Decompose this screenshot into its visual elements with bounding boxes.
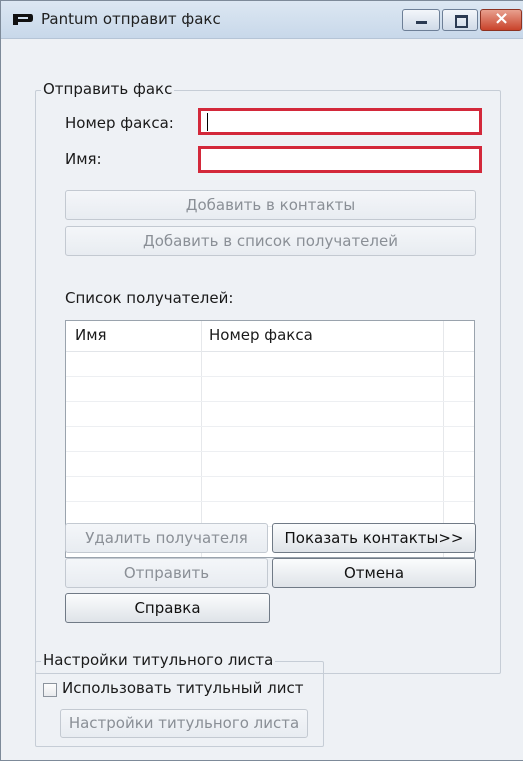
help-button[interactable]: Справка xyxy=(65,593,270,623)
cancel-button[interactable]: Отмена xyxy=(272,558,476,588)
name-label: Имя: xyxy=(65,150,102,168)
recipients-table-header: Имя Номер факса xyxy=(66,321,474,352)
name-input[interactable] xyxy=(198,146,482,173)
cover-page-group-title: Настройки титульного листа xyxy=(41,651,276,669)
pantum-logo-icon xyxy=(13,14,33,25)
remove-recipient-button[interactable]: Удалить получателя xyxy=(65,523,268,553)
text-caret xyxy=(207,113,208,131)
add-to-recipients-button[interactable]: Добавить в список получателей xyxy=(65,226,476,256)
maximize-button[interactable] xyxy=(442,9,478,31)
add-to-contacts-button[interactable]: Добавить в контакты xyxy=(65,190,476,220)
send-fax-group-title: Отправить факс xyxy=(41,80,175,98)
minimize-icon xyxy=(416,21,427,24)
table-row-divider xyxy=(66,401,474,402)
cover-page-settings-button[interactable]: Настройки титульного листа xyxy=(60,709,308,738)
window-client-area: Отправить факс Номер факса: Имя: Добавит… xyxy=(1,39,523,760)
maximize-icon xyxy=(455,15,468,28)
window-title: Pantum отправит факс xyxy=(41,10,221,28)
use-cover-page-label[interactable]: Использовать титульный лист xyxy=(62,679,303,697)
table-row-divider xyxy=(66,376,474,377)
show-contacts-button[interactable]: Показать контакты>> xyxy=(272,523,476,553)
column-divider xyxy=(201,321,202,557)
recipients-list-label: Список получателей: xyxy=(65,289,234,307)
send-button[interactable]: Отправить xyxy=(65,558,268,588)
use-cover-page-checkbox[interactable] xyxy=(43,683,57,697)
table-row-divider xyxy=(66,501,474,502)
fax-number-label: Номер факса: xyxy=(65,114,174,132)
column-header-fax-number[interactable]: Номер факса xyxy=(209,326,313,344)
fax-window: Pantum отправит факс × Отправить факс Но… xyxy=(0,0,523,761)
close-button[interactable]: × xyxy=(480,8,522,31)
close-icon: × xyxy=(494,8,510,29)
table-row-divider xyxy=(66,426,474,427)
column-header-name[interactable]: Имя xyxy=(75,326,107,344)
table-row-divider xyxy=(66,451,474,452)
table-row-divider xyxy=(66,476,474,477)
minimize-button[interactable] xyxy=(402,9,440,31)
fax-number-input[interactable] xyxy=(198,108,482,135)
column-divider xyxy=(443,321,444,557)
title-bar[interactable]: Pantum отправит факс × xyxy=(1,1,523,39)
